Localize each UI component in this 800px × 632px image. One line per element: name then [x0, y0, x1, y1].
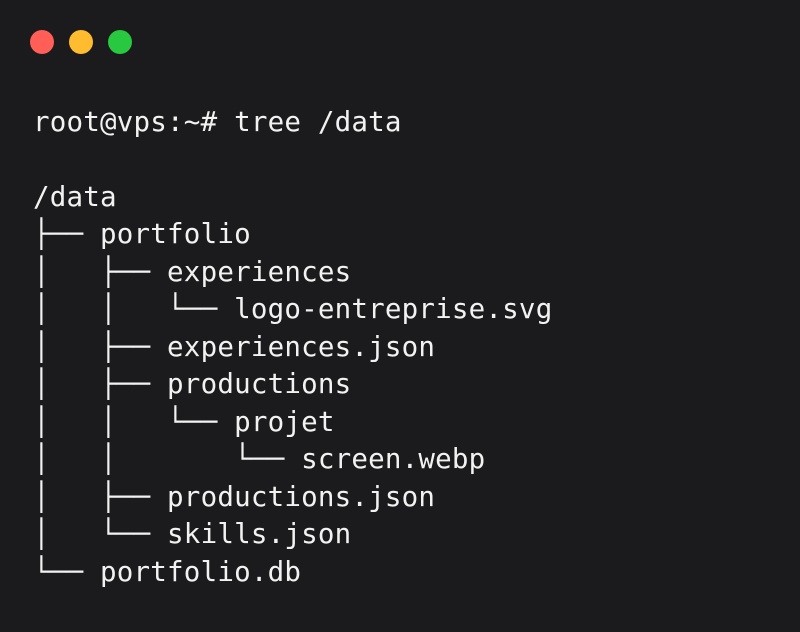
window-controls [30, 30, 132, 54]
tree-line: └── portfolio.db [33, 555, 302, 588]
terminal-output: root@vps:~# tree /data /data ├── portfol… [33, 104, 780, 591]
shell-prompt: root@vps:~# [33, 106, 218, 138]
tree-line: │ ├── productions.json [33, 480, 436, 513]
tree-line: /data [33, 180, 117, 213]
tree-line: │ ├── experiences.json [33, 330, 436, 363]
tree-line: │ │ └── screen.webp [33, 443, 486, 475]
minimize-window-icon[interactable] [69, 30, 93, 54]
command-text: tree /data [234, 106, 402, 138]
tree-line: │ ├── productions [33, 368, 352, 400]
tree-line: │ ├── experiences [33, 255, 352, 288]
terminal-window: root@vps:~# tree /data /data ├── portfol… [0, 0, 800, 632]
close-window-icon[interactable] [30, 30, 54, 54]
tree-line: ├── portfolio [33, 218, 251, 250]
maximize-window-icon[interactable] [108, 30, 132, 54]
tree-line: │ └── skills.json [33, 518, 352, 550]
tree-line: │ │ └── projet [33, 405, 335, 438]
tree-line: │ │ └── logo-entreprise.svg [33, 293, 553, 325]
command-line: root@vps:~# tree /data [33, 104, 780, 142]
